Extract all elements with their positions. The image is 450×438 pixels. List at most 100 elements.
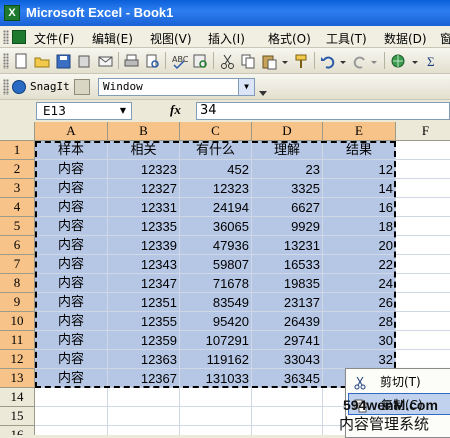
snagit-capture-icon[interactable]: [74, 79, 90, 95]
row-header-12[interactable]: 12: [0, 350, 35, 369]
column-header-e[interactable]: E: [323, 122, 396, 141]
cell-c8[interactable]: 71678: [180, 274, 252, 293]
cell-f3[interactable]: [396, 179, 450, 198]
cell-b9[interactable]: 12351: [108, 293, 180, 312]
row-header-11[interactable]: 11: [0, 331, 35, 350]
cell-c4[interactable]: 24194: [180, 198, 252, 217]
cell-f7[interactable]: [396, 255, 450, 274]
cell-d13[interactable]: 36345: [252, 369, 323, 388]
undo-icon[interactable]: [319, 52, 336, 69]
column-header-b[interactable]: B: [108, 122, 180, 141]
print-icon[interactable]: [122, 52, 139, 69]
column-header-d[interactable]: D: [252, 122, 323, 141]
cell-b1[interactable]: 相关: [108, 141, 180, 160]
cell-a1[interactable]: 样本: [35, 141, 108, 160]
cell-b10[interactable]: 12355: [108, 312, 180, 331]
row-header-1[interactable]: 1: [0, 141, 35, 160]
row-header-3[interactable]: 3: [0, 179, 35, 198]
chevron-down-icon[interactable]: ▼: [115, 103, 131, 119]
column-header-a[interactable]: A: [35, 122, 108, 141]
cell-f11[interactable]: [396, 331, 450, 350]
row-header-13[interactable]: 13: [0, 369, 35, 388]
cell-a9[interactable]: 内容: [35, 293, 108, 312]
cell-f1[interactable]: [396, 141, 450, 160]
print-preview-icon[interactable]: [143, 52, 160, 69]
context-menu-cut[interactable]: 剪切(T): [348, 371, 450, 393]
row-header-16[interactable]: 16: [0, 426, 35, 435]
cell-e10[interactable]: 28: [323, 312, 396, 331]
cell-d11[interactable]: 29741: [252, 331, 323, 350]
select-all-corner[interactable]: [0, 122, 35, 141]
cell-c11[interactable]: 107291: [180, 331, 252, 350]
cell-f6[interactable]: [396, 236, 450, 255]
redo-dropdown-icon[interactable]: [369, 52, 378, 69]
cell-b16[interactable]: [108, 426, 180, 435]
cell-c14[interactable]: [180, 388, 252, 407]
cell-d2[interactable]: 23: [252, 160, 323, 179]
cell-e12[interactable]: 32: [323, 350, 396, 369]
cell-d6[interactable]: 13231: [252, 236, 323, 255]
cell-d8[interactable]: 19835: [252, 274, 323, 293]
cell-b2[interactable]: 12323: [108, 160, 180, 179]
cell-c3[interactable]: 12323: [180, 179, 252, 198]
cell-d4[interactable]: 6627: [252, 198, 323, 217]
cell-e4[interactable]: 16: [323, 198, 396, 217]
cell-d3[interactable]: 3325: [252, 179, 323, 198]
research-icon[interactable]: [191, 52, 208, 69]
row-header-9[interactable]: 9: [0, 293, 35, 312]
toolbar-options-icon[interactable]: [259, 87, 267, 97]
cell-c13[interactable]: 131033: [180, 369, 252, 388]
paste-dropdown-icon[interactable]: [280, 52, 289, 69]
cell-c6[interactable]: 47936: [180, 236, 252, 255]
cell-e2[interactable]: 12: [323, 160, 396, 179]
column-header-f[interactable]: F: [396, 122, 450, 141]
cell-f2[interactable]: [396, 160, 450, 179]
save-icon[interactable]: [54, 52, 71, 69]
cell-e8[interactable]: 24: [323, 274, 396, 293]
cell-b13[interactable]: 12367: [108, 369, 180, 388]
cell-d15[interactable]: [252, 407, 323, 426]
cell-a10[interactable]: 内容: [35, 312, 108, 331]
cell-d9[interactable]: 23137: [252, 293, 323, 312]
cell-a8[interactable]: 内容: [35, 274, 108, 293]
cell-d14[interactable]: [252, 388, 323, 407]
cell-a14[interactable]: [35, 388, 108, 407]
autosum-dropdown-icon[interactable]: [410, 52, 419, 69]
cell-f10[interactable]: [396, 312, 450, 331]
cell-d12[interactable]: 33043: [252, 350, 323, 369]
cell-f8[interactable]: [396, 274, 450, 293]
cell-a3[interactable]: 内容: [35, 179, 108, 198]
cell-d16[interactable]: [252, 426, 323, 435]
cell-b7[interactable]: 12343: [108, 255, 180, 274]
cell-b5[interactable]: 12335: [108, 217, 180, 236]
cell-c5[interactable]: 36065: [180, 217, 252, 236]
cell-f12[interactable]: [396, 350, 450, 369]
name-box[interactable]: E13 ▼: [36, 102, 132, 120]
row-header-14[interactable]: 14: [0, 388, 35, 407]
cell-b3[interactable]: 12327: [108, 179, 180, 198]
cell-e11[interactable]: 30: [323, 331, 396, 350]
paste-icon[interactable]: [260, 52, 277, 70]
cell-b12[interactable]: 12363: [108, 350, 180, 369]
column-header-c[interactable]: C: [180, 122, 252, 141]
copy-icon[interactable]: [239, 52, 256, 69]
row-header-10[interactable]: 10: [0, 312, 35, 331]
menu-tools[interactable]: 工具(T): [326, 30, 367, 47]
cell-a11[interactable]: 内容: [35, 331, 108, 350]
row-header-6[interactable]: 6: [0, 236, 35, 255]
row-header-15[interactable]: 15: [0, 407, 35, 426]
menu-window[interactable]: 窗: [440, 30, 450, 47]
cell-f4[interactable]: [396, 198, 450, 217]
cell-b6[interactable]: 12339: [108, 236, 180, 255]
formula-input[interactable]: 34: [196, 102, 450, 120]
cell-e7[interactable]: 22: [323, 255, 396, 274]
cell-a6[interactable]: 内容: [35, 236, 108, 255]
row-header-8[interactable]: 8: [0, 274, 35, 293]
cell-c16[interactable]: [180, 426, 252, 435]
cell-f5[interactable]: [396, 217, 450, 236]
cell-c15[interactable]: [180, 407, 252, 426]
permission-icon[interactable]: [75, 52, 92, 69]
chevron-down-icon[interactable]: ▼: [238, 79, 254, 95]
menu-insert[interactable]: 插入(I): [208, 30, 245, 47]
cell-a13[interactable]: 内容: [35, 369, 108, 388]
